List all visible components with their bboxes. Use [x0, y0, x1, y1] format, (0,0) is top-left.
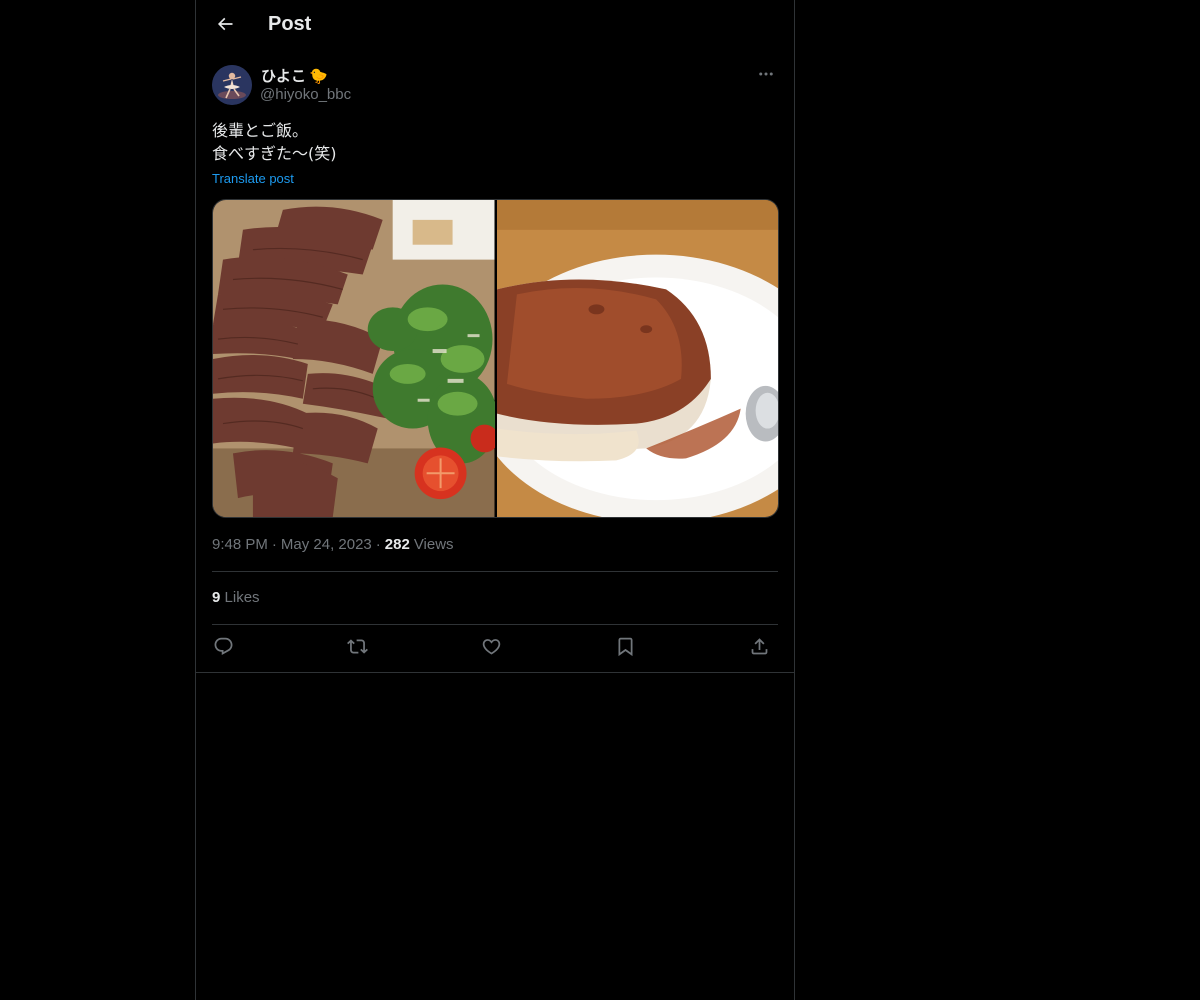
- avatar[interactable]: [212, 65, 252, 105]
- reply-button[interactable]: [210, 636, 236, 662]
- tiramisu-photo[interactable]: [496, 200, 778, 517]
- bookmark-button[interactable]: [612, 636, 638, 662]
- more-dots-icon: [757, 65, 775, 88]
- post-author: ひよこ 🐤 @hiyoko_bbc: [212, 64, 778, 108]
- post-text: 後輩とご飯。 食べすぎた〜(笑): [212, 119, 778, 165]
- chick-emoji: 🐤: [309, 67, 328, 85]
- post-column: Post ひよこ 🐤 @hiyoko_bbc 後輩とご飯。 食べすぎた〜(笑) …: [195, 0, 795, 1000]
- post-header: Post: [196, 0, 794, 54]
- action-bar: [212, 636, 778, 662]
- likes-link[interactable]: 9 Likes: [212, 589, 260, 606]
- likes-label: Likes: [224, 589, 260, 606]
- like-button[interactable]: [478, 636, 504, 662]
- share-button[interactable]: [746, 636, 772, 662]
- likes-count: 9: [212, 589, 221, 606]
- arrow-left-icon: [215, 14, 235, 39]
- steak-salad-photo[interactable]: [213, 200, 495, 517]
- heart-icon: [481, 636, 502, 662]
- user-handle[interactable]: @hiyoko_bbc: [260, 86, 351, 103]
- post-date[interactable]: May 24, 2023: [281, 536, 372, 553]
- page-title: Post: [268, 13, 312, 35]
- bookmark-icon: [615, 636, 636, 662]
- repost-icon: [346, 636, 368, 662]
- translate-post-link[interactable]: Translate post: [212, 171, 294, 186]
- share-icon: [749, 636, 770, 662]
- back-button[interactable]: [208, 9, 242, 43]
- views-label: Views: [413, 536, 454, 553]
- post-meta: 9:48 PM · May 24, 2023 · 282 Views: [212, 536, 454, 553]
- repost-button[interactable]: [344, 636, 370, 662]
- divider: [212, 571, 778, 572]
- post-media: [212, 199, 779, 518]
- more-options-button[interactable]: [754, 64, 778, 88]
- reply-icon: [213, 636, 234, 662]
- display-name[interactable]: ひよこ: [261, 65, 306, 86]
- divider: [212, 624, 778, 625]
- views-count: 282: [384, 536, 410, 553]
- meta-separator: ·: [271, 536, 277, 553]
- post-text-line: 後輩とご飯。: [212, 121, 309, 140]
- meta-separator: ·: [375, 536, 381, 553]
- divider: [196, 672, 794, 673]
- post-time[interactable]: 9:48 PM: [212, 536, 268, 553]
- post-text-line: 食べすぎた〜(笑): [212, 144, 337, 163]
